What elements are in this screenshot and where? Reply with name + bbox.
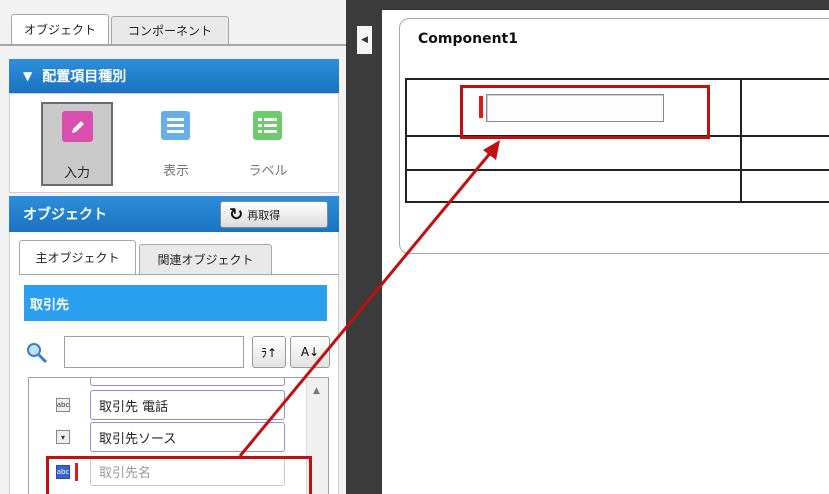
drag-arrow	[238, 140, 500, 457]
